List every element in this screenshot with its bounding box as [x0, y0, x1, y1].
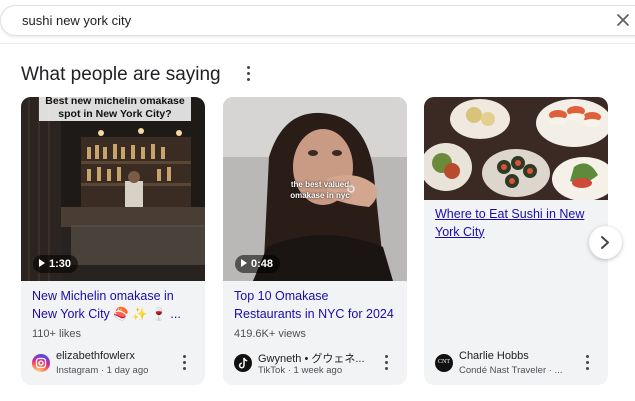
- play-icon: [39, 259, 45, 267]
- overlay-caption: the best valued omakase in nyc: [290, 180, 350, 200]
- engagement-count: 419.6K+ views: [234, 328, 306, 340]
- more-options-icon[interactable]: [582, 355, 592, 371]
- author-name: elizabethfowlerx: [56, 350, 135, 362]
- divider: [0, 43, 635, 44]
- card-title[interactable]: Where to Eat Sushi in New York City: [435, 206, 597, 241]
- source-label: TikTok · 1 week ago: [258, 365, 343, 376]
- video-duration-badge: 1:30: [33, 255, 79, 273]
- play-icon: [241, 259, 247, 267]
- section-heading: What people are saying: [21, 64, 221, 85]
- result-card[interactable]: Best new michelin omakase spot in New Yo…: [21, 97, 205, 385]
- result-card[interactable]: Where to Eat Sushi in New York City CNT …: [424, 97, 608, 385]
- result-card[interactable]: the best valued omakase in nyc 0:48 Top …: [223, 97, 407, 385]
- card-title[interactable]: Top 10 Omakase Restaurants in NYC for 20…: [234, 288, 396, 323]
- more-options-icon[interactable]: [381, 355, 391, 371]
- close-icon[interactable]: [615, 12, 631, 28]
- video-thumbnail[interactable]: Best new michelin omakase spot in New Yo…: [21, 97, 205, 281]
- instagram-icon: [32, 354, 50, 372]
- source-label: Condé Nast Traveler · ...: [459, 365, 563, 376]
- author-name: Gwyneth • グウェネ...: [258, 353, 365, 365]
- more-options-icon[interactable]: [243, 66, 253, 84]
- overlay-caption: Best new michelin omakase spot in New Yo…: [45, 97, 185, 120]
- video-thumbnail[interactable]: the best valued omakase in nyc: [223, 97, 407, 281]
- search-bar[interactable]: sushi new york city: [0, 5, 635, 36]
- duration-label: 1:30: [49, 258, 72, 270]
- duration-label: 0:48: [251, 258, 274, 270]
- tiktok-icon: [234, 354, 252, 372]
- search-input[interactable]: sushi new york city: [22, 13, 131, 28]
- engagement-count: 110+ likes: [32, 328, 82, 340]
- video-duration-badge: 0:48: [235, 255, 281, 273]
- author-name: Charlie Hobbs: [459, 350, 529, 362]
- cnt-icon: CNT: [435, 354, 453, 372]
- more-options-icon[interactable]: [179, 355, 189, 371]
- source-label: Instagram · 1 day ago: [56, 365, 149, 376]
- card-title[interactable]: New Michelin omakase in New York City 🍣 …: [32, 288, 194, 323]
- cnt-label: CNT: [438, 359, 450, 365]
- next-button[interactable]: [589, 226, 622, 259]
- article-image[interactable]: [424, 97, 608, 200]
- chevron-right-icon: [601, 236, 609, 249]
